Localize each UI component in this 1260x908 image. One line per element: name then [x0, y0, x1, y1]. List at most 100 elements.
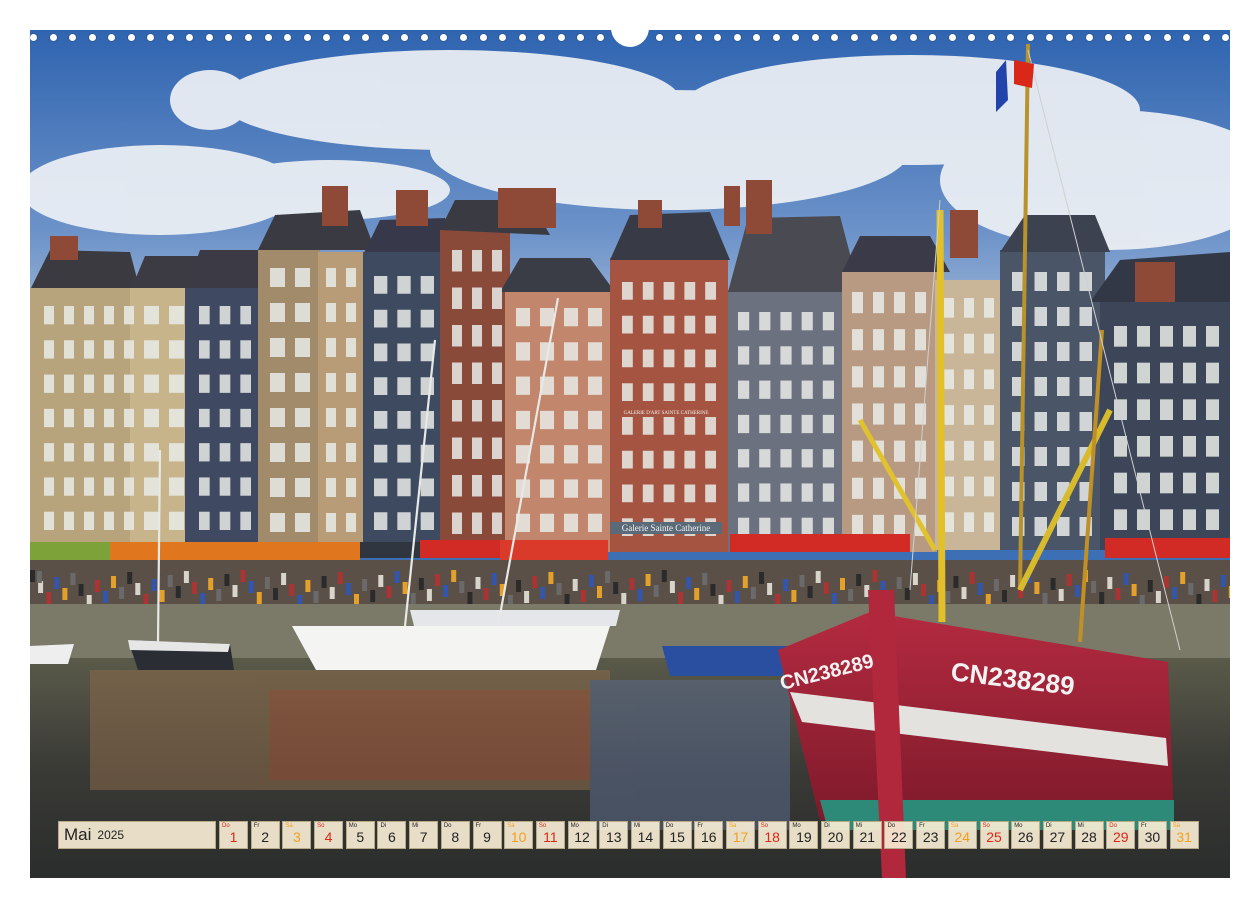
- building-window: [759, 312, 771, 331]
- binding-hole: [655, 33, 663, 41]
- shop-sign-upper-text: GALERIE D'ART SAINTE CATHERINE: [624, 411, 709, 416]
- crowd-figure: [1058, 589, 1064, 601]
- building-window: [1057, 342, 1070, 361]
- building-window: [984, 440, 994, 461]
- building-window: [492, 250, 502, 272]
- crowd-figure: [159, 590, 165, 602]
- building-window: [944, 405, 954, 425]
- crowd-figure: [1228, 586, 1230, 598]
- building-window: [801, 449, 813, 468]
- building-window: [492, 400, 502, 422]
- crowd-figure: [904, 588, 910, 600]
- building-window: [472, 362, 482, 384]
- building-window: [1114, 362, 1127, 384]
- building-window: [588, 410, 602, 430]
- building-window: [1183, 509, 1196, 530]
- crowd-figure: [669, 581, 675, 593]
- building-window: [169, 511, 184, 530]
- building-window: [144, 374, 159, 393]
- building-window: [684, 349, 696, 368]
- building-window: [1183, 399, 1196, 420]
- crowd-figure: [921, 584, 926, 596]
- crowd-figure: [726, 580, 732, 592]
- crowd-figure: [710, 584, 716, 596]
- day-cell: Di 13: [599, 821, 629, 849]
- building-window: [374, 411, 388, 429]
- building-window: [104, 374, 114, 393]
- building-window: [663, 315, 675, 334]
- crowd-figure: [370, 590, 376, 602]
- binding-hole: [968, 33, 976, 41]
- building-window: [420, 276, 434, 294]
- binding-hole: [733, 33, 741, 41]
- crowd-figure: [216, 589, 222, 601]
- building-window: [240, 306, 251, 325]
- building-window: [705, 315, 716, 334]
- crowd-figure: [151, 579, 157, 591]
- binding-hole: [147, 33, 155, 41]
- crowd-figure: [621, 593, 627, 605]
- building-window: [452, 287, 462, 309]
- building-window: [472, 437, 482, 459]
- building-window: [738, 380, 750, 399]
- building-window: [663, 383, 675, 401]
- harbor-photo: Galerie Sainte Catherine GALERIE D'ART S…: [30, 30, 1230, 878]
- day-cell: Mi 21: [852, 821, 882, 849]
- building-window: [492, 287, 502, 309]
- day-cells: Do 1 Fr 2 Sa 3 So 4 Mo 5 Di 6 Mi 7 Do 8 Fr 9 Sa 10 So 11 Mo 12 D…: [219, 821, 1201, 850]
- crowd-figure: [167, 575, 173, 587]
- building-window: [622, 417, 633, 435]
- binding-hole: [694, 33, 702, 41]
- building-window: [169, 443, 184, 462]
- building-window: [1034, 272, 1047, 291]
- crowd-figure: [483, 588, 489, 600]
- building-window: [124, 511, 134, 530]
- binding-hole: [1007, 33, 1015, 41]
- crowd-figure: [856, 574, 862, 586]
- crowd-figure: [1099, 592, 1105, 604]
- day-number: 18: [764, 829, 780, 845]
- building-window: [84, 306, 94, 325]
- crowd-figure: [678, 592, 683, 604]
- building-window: [759, 414, 771, 434]
- building-window: [705, 282, 716, 300]
- building-window: [452, 325, 462, 347]
- building-window: [144, 306, 159, 325]
- day-cell: Di 20: [821, 821, 851, 849]
- crowd-figure: [54, 577, 60, 589]
- building-window: [1160, 509, 1173, 530]
- building-window: [326, 268, 336, 287]
- building-window: [270, 513, 285, 532]
- building-window: [622, 282, 633, 300]
- crowd-figure: [872, 570, 878, 582]
- crowd-figure: [175, 586, 181, 598]
- day-number: 24: [954, 829, 971, 845]
- building-window: [663, 349, 675, 368]
- building-window: [564, 308, 578, 327]
- building-window: [759, 346, 771, 365]
- day-cell: Fr 30: [1137, 821, 1167, 849]
- binding-hole: [460, 33, 468, 41]
- building-window: [219, 374, 231, 393]
- crowd-figure: [1172, 587, 1178, 599]
- binding-hole: [1065, 33, 1073, 41]
- building-window: [219, 477, 231, 496]
- binding-hole: [675, 33, 683, 41]
- building-window: [852, 366, 863, 388]
- day-number: 19: [796, 829, 812, 845]
- day-cell: Mo 12: [567, 821, 597, 849]
- building-window: [705, 349, 716, 368]
- building-window: [1057, 377, 1070, 396]
- building-window: [1160, 472, 1173, 494]
- building-window: [452, 400, 462, 422]
- building-window: [642, 315, 654, 334]
- building-window: [705, 450, 716, 469]
- day-number: 20: [827, 829, 844, 845]
- crowd-figure: [815, 571, 821, 583]
- building-window: [852, 477, 863, 499]
- month-name: Mai: [64, 825, 92, 844]
- building-window: [270, 478, 285, 497]
- binding-hole: [714, 33, 722, 41]
- building-window: [346, 408, 356, 427]
- building-window: [1206, 362, 1219, 384]
